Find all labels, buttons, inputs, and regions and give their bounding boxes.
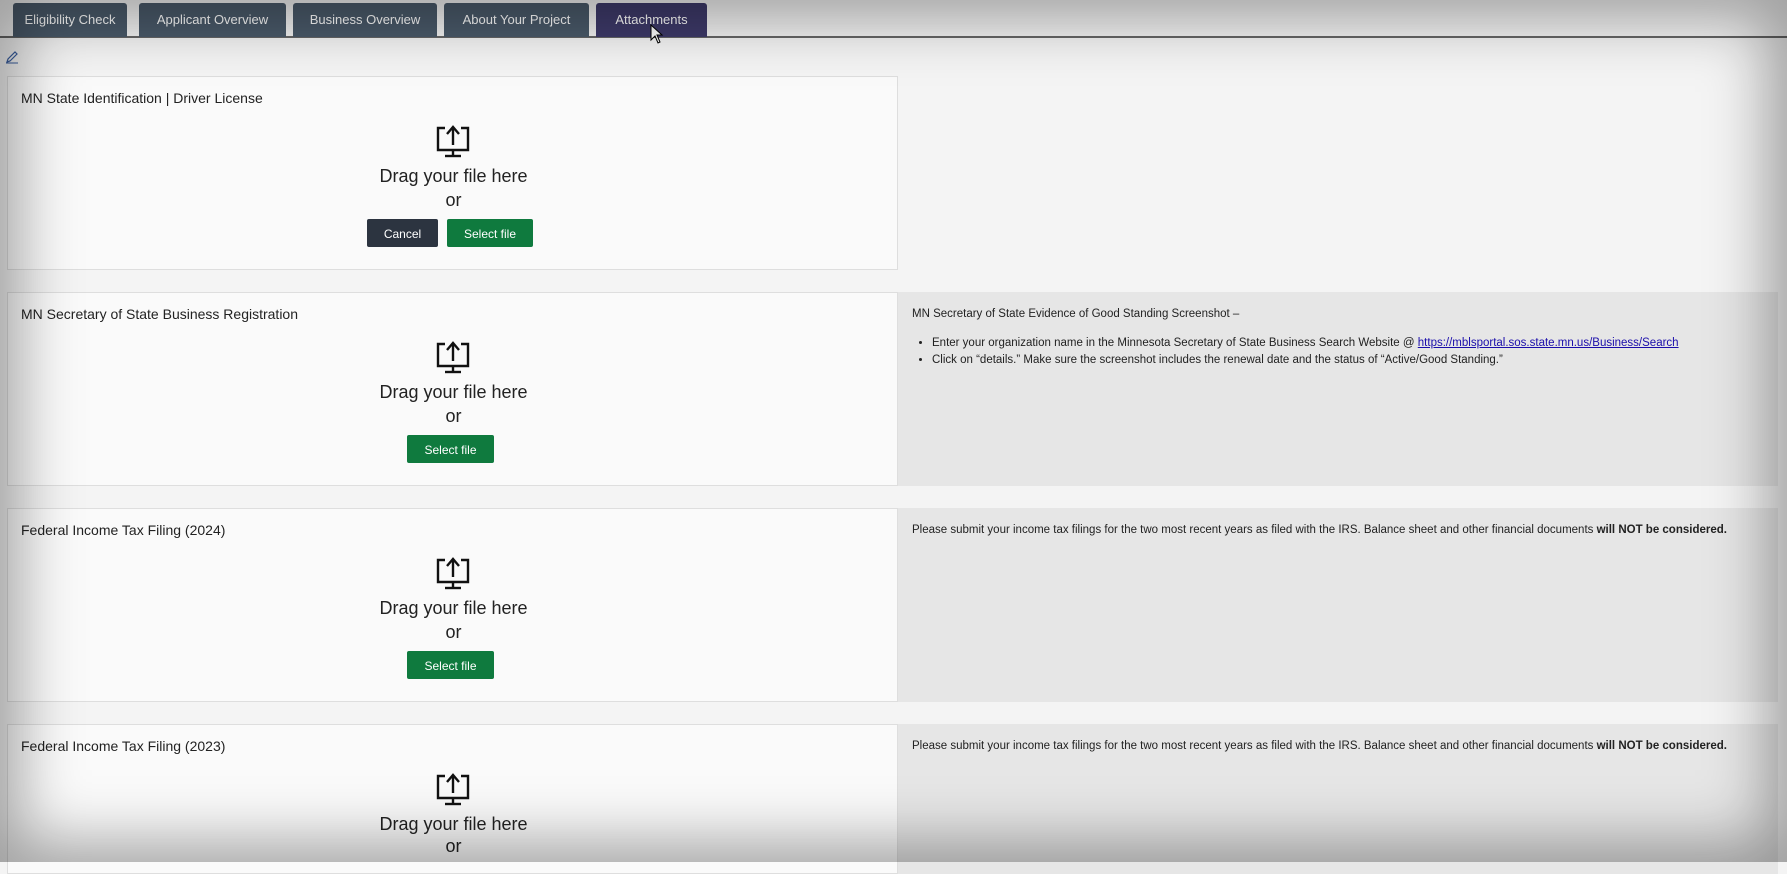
section-title: MN Secretary of State Business Registrat… <box>21 306 299 322</box>
info-list-item: Click on “details.” Make sure the screen… <box>932 352 1764 369</box>
mouse-cursor-icon <box>650 24 664 44</box>
section-title: Federal Income Tax Filing (2023) <box>21 738 226 754</box>
upload-icon <box>436 773 470 806</box>
cancel-button[interactable]: Cancel <box>367 219 438 247</box>
or-text: or <box>445 406 462 426</box>
info-text: Please submit your income tax filings fo… <box>912 524 1597 536</box>
info-heading: MN Secretary of State Evidence of Good S… <box>912 308 1240 320</box>
tab-eligibility-check[interactable]: Eligibility Check <box>13 3 127 37</box>
info-panel-tax-2024: Please submit your income tax filings fo… <box>898 508 1778 702</box>
info-panel-tax-2023: Please submit your income tax filings fo… <box>898 724 1778 874</box>
select-file-button[interactable]: Select file <box>407 435 494 463</box>
select-file-button[interactable]: Select file <box>447 219 533 247</box>
info-panel-sos: MN Secretary of State Evidence of Good S… <box>898 292 1778 486</box>
section-title: MN State Identification | Driver License <box>21 90 263 106</box>
upload-icon <box>436 125 470 158</box>
drag-text: Drag your file here <box>379 814 528 834</box>
pencil-icon[interactable] <box>5 50 19 64</box>
upload-card-state-id: MN State Identification | Driver License… <box>7 76 898 270</box>
info-list-item: Enter your organization name in the Minn… <box>932 335 1764 352</box>
upload-icon <box>436 341 470 374</box>
section-title: Federal Income Tax Filing (2024) <box>21 522 226 538</box>
tab-business-overview[interactable]: Business Overview <box>293 3 437 37</box>
info-text: Please submit your income tax filings fo… <box>912 740 1597 752</box>
upload-icon <box>436 557 470 590</box>
select-file-button[interactable]: Select file <box>407 651 494 679</box>
drag-text: Drag your file here <box>379 382 528 402</box>
upload-card-tax-2023: Federal Income Tax Filing (2023) Drag yo… <box>7 724 898 874</box>
sos-business-search-link[interactable]: https://mblsportal.sos.state.mn.us/Busin… <box>1418 337 1679 349</box>
or-text: or <box>445 622 462 642</box>
info-list: Enter your organization name in the Minn… <box>912 335 1764 369</box>
info-bold-text: will NOT be considered. <box>1596 740 1727 752</box>
or-text: or <box>445 836 462 856</box>
drag-text: Drag your file here <box>379 166 528 186</box>
drag-text: Drag your file here <box>379 598 528 618</box>
tab-applicant-overview[interactable]: Applicant Overview <box>139 3 286 37</box>
upload-card-tax-2024: Federal Income Tax Filing (2024) Drag yo… <box>7 508 898 702</box>
or-text: or <box>445 190 462 210</box>
tab-about-your-project[interactable]: About Your Project <box>444 3 589 37</box>
info-bold-text: will NOT be considered. <box>1596 524 1727 536</box>
tab-bar: Eligibility Check Applicant Overview Bus… <box>0 0 1787 38</box>
upload-card-sos-registration: MN Secretary of State Business Registrat… <box>7 292 898 486</box>
info-text: Enter your organization name in the Minn… <box>932 337 1418 349</box>
